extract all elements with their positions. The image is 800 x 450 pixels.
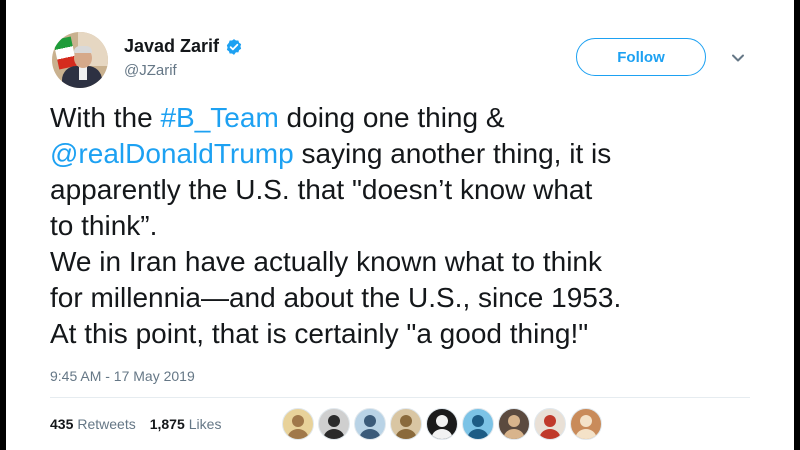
liker-avatar-5[interactable]: [426, 408, 458, 440]
hashtag-link[interactable]: #B_Team: [160, 102, 278, 133]
retweets-stat[interactable]: 435 Retweets: [50, 416, 136, 432]
tweet-text-segment: doing one thing &: [278, 102, 505, 133]
mention-link[interactable]: @realDonaldTrump: [50, 138, 294, 169]
tweet-timestamp[interactable]: 9:45 AM - 17 May 2019: [50, 368, 195, 384]
tweet-text: With the #B_Team doing one thing & @realD…: [50, 100, 770, 352]
chevron-down-icon[interactable]: [730, 50, 746, 66]
liker-avatar-4[interactable]: [390, 408, 422, 440]
verified-badge-icon: [225, 38, 243, 56]
tweet-text-line: We in Iran have actually known what to t…: [50, 244, 770, 280]
tweet-text-segment: At this point, that is certainly "a good…: [50, 318, 589, 349]
tweet-text-line: apparently the U.S. that "doesn’t know w…: [50, 172, 770, 208]
tweet-card: Javad Zarif @JZarif Follow With the #B_T…: [50, 30, 770, 450]
liker-avatar-7[interactable]: [498, 408, 530, 440]
tweet-text-segment: for millennia—and about the U.S., since …: [50, 282, 622, 313]
liker-avatars: [282, 408, 602, 440]
divider: [50, 397, 750, 398]
tweet-text-line: to think”.: [50, 208, 770, 244]
likes-stat[interactable]: 1,875 Likes: [150, 416, 222, 432]
tweet-header: Javad Zarif @JZarif Follow: [50, 30, 770, 90]
tweet-text-line: At this point, that is certainly "a good…: [50, 316, 770, 352]
tweet-text-segment: to think”.: [50, 210, 158, 241]
flag-icon: [53, 36, 77, 70]
retweets-label: Retweets: [77, 416, 136, 432]
tweet-text-line: @realDonaldTrump saying another thing, i…: [50, 136, 770, 172]
author-display-name[interactable]: Javad Zarif: [124, 36, 219, 57]
liker-avatar-6[interactable]: [462, 408, 494, 440]
liker-avatar-2[interactable]: [318, 408, 350, 440]
tweet-text-segment: apparently the U.S. that "doesn’t know w…: [50, 174, 593, 205]
tweet-text-line: for millennia—and about the U.S., since …: [50, 280, 770, 316]
tweet-text-segment: We in Iran have actually known what to t…: [50, 246, 603, 277]
tweet-text-segment: saying another thing, it is: [293, 138, 612, 169]
tweet-text-line: With the #B_Team doing one thing &: [50, 100, 770, 136]
follow-button[interactable]: Follow: [576, 38, 706, 76]
tweet-text-segment: With the: [50, 102, 161, 133]
retweets-count: 435: [50, 416, 74, 432]
tweet-stats: 435 Retweets 1,875 Likes: [50, 416, 235, 432]
liker-avatar-9[interactable]: [570, 408, 602, 440]
author-handle[interactable]: @JZarif: [124, 62, 177, 79]
right-black-border: [794, 0, 800, 450]
liker-avatar-3[interactable]: [354, 408, 386, 440]
avatar[interactable]: [52, 32, 108, 88]
author-name-line: Javad Zarif: [124, 36, 243, 57]
liker-avatar-8[interactable]: [534, 408, 566, 440]
left-black-border: [0, 0, 6, 450]
likes-label: Likes: [188, 416, 222, 432]
liker-avatar-1[interactable]: [282, 408, 314, 440]
likes-count: 1,875: [149, 416, 185, 432]
